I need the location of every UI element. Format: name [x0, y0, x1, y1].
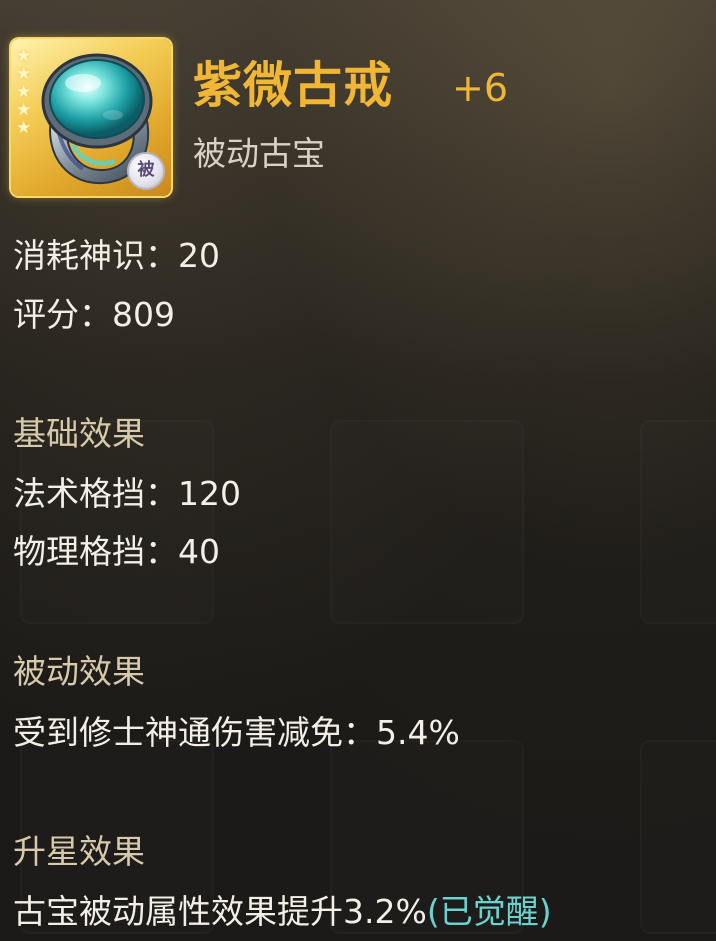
awakened-status: (已觉醒): [426, 892, 552, 931]
star-icon: ★: [16, 46, 32, 66]
star-icon: ★: [16, 82, 32, 102]
star-rating: ★ ★ ★ ★ ★: [16, 47, 38, 137]
score-value: 809: [112, 295, 175, 334]
damage-reduction-label: 受到修士神通伤害减免：: [13, 713, 376, 752]
item-tooltip-panel: ★ ★ ★ ★ ★ 被 紫微古戒 +6 被动古宝 消耗神识：20 评分：809 …: [0, 0, 716, 941]
passive-effect-heading: 被动效果: [13, 652, 145, 691]
item-name: 紫微古戒: [193, 57, 394, 114]
consumption-value: 20: [178, 236, 220, 275]
spell-block-label: 法术格挡：: [13, 474, 178, 513]
passive-effect-row: 受到修士神通伤害减免：5.4%: [13, 711, 460, 755]
background-card-ghost: [640, 420, 716, 624]
item-icon-frame[interactable]: ★ ★ ★ ★ ★ 被: [11, 39, 171, 196]
score-label: 评分：: [13, 295, 112, 334]
base-effect-row: 法术格挡：120: [13, 472, 241, 516]
item-enhance-level: +6: [452, 66, 509, 110]
item-type: 被动古宝: [193, 134, 325, 173]
star-effect-row: 古宝被动属性效果提升3.2%(已觉醒): [13, 890, 552, 934]
damage-reduction-value: 5.4%: [376, 713, 460, 752]
base-effect-heading: 基础效果: [13, 414, 145, 453]
passive-badge-icon: 被: [127, 152, 165, 190]
spell-block-value: 120: [178, 474, 241, 513]
star-icon: ★: [16, 64, 32, 84]
star-icon: ★: [16, 118, 32, 138]
star-effect-heading: 升星效果: [13, 832, 145, 871]
background-card-ghost: [330, 420, 524, 624]
background-card-ghost: [640, 740, 716, 934]
star-effect-text: 古宝被动属性效果提升3.2%: [13, 892, 427, 931]
physical-block-label: 物理格挡：: [13, 532, 178, 571]
consumption-label: 消耗神识：: [13, 236, 178, 275]
base-effect-row: 物理格挡：40: [13, 530, 220, 574]
consumption-row: 消耗神识：20: [13, 234, 220, 278]
star-icon: ★: [16, 100, 32, 120]
physical-block-value: 40: [178, 532, 220, 571]
score-row: 评分：809: [13, 293, 175, 337]
